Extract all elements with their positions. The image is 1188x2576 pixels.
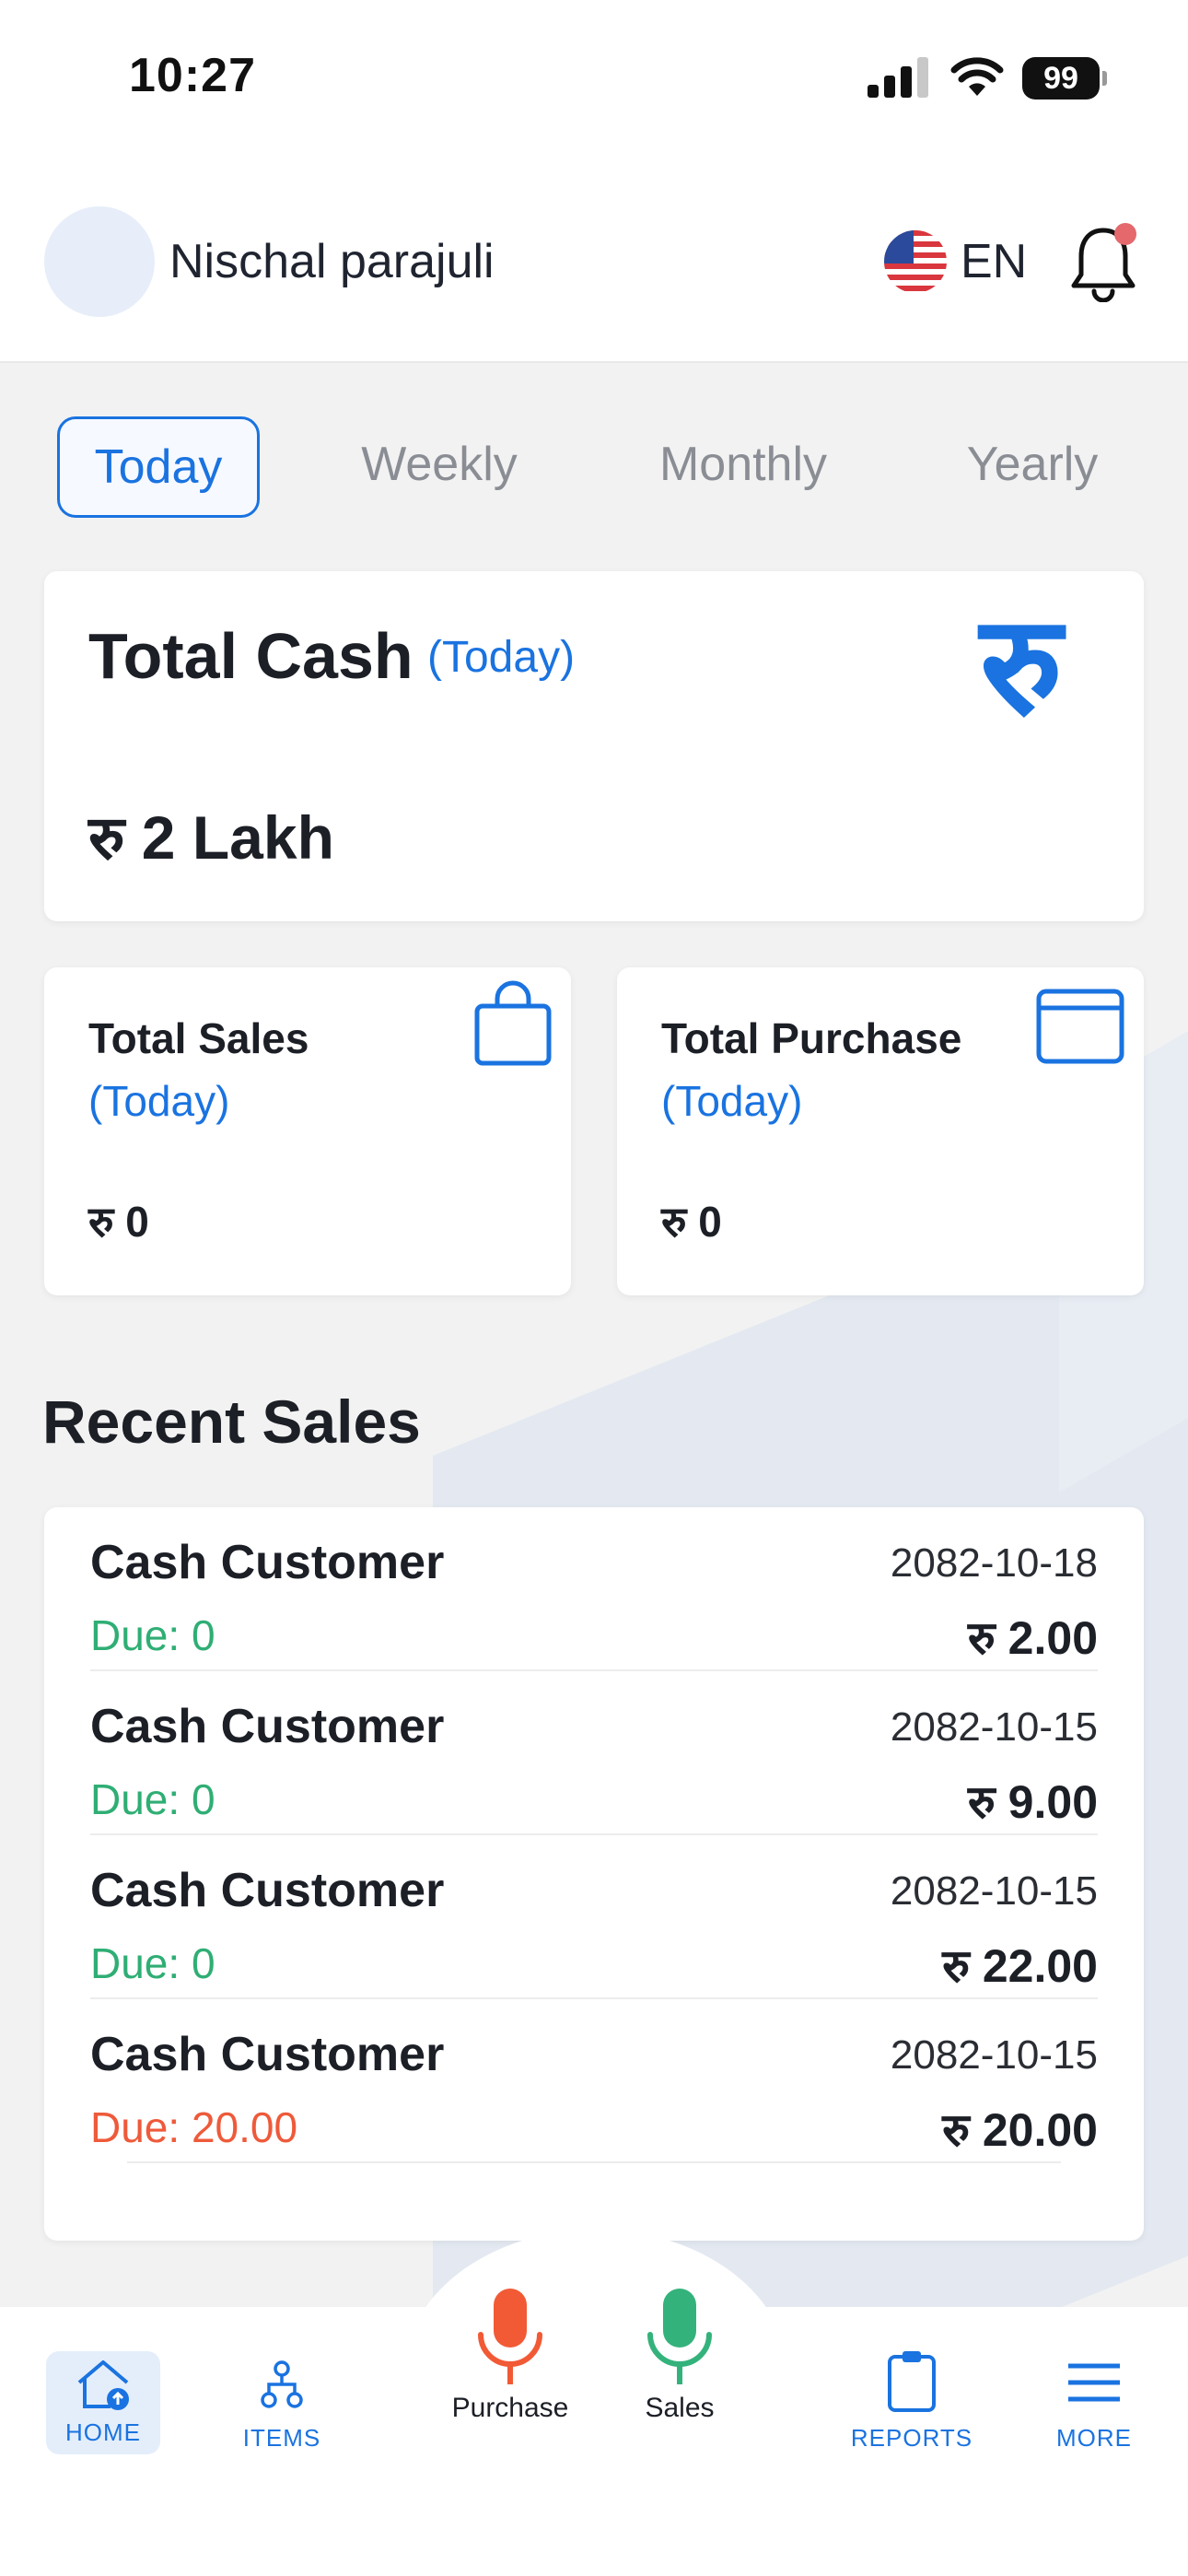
total-sales-title: Total Sales bbox=[88, 1014, 309, 1062]
sale-date: 2082-10-15 bbox=[890, 1868, 1098, 1914]
menu-icon bbox=[1068, 2363, 1120, 2402]
total-cash-value: रु 2 Lakh bbox=[88, 803, 334, 872]
sale-amount: रु 9.00 bbox=[967, 1776, 1098, 1828]
tab-today[interactable]: Today bbox=[57, 416, 260, 518]
nav-more[interactable]: MORE bbox=[1039, 2360, 1149, 2453]
bell-icon[interactable] bbox=[1068, 221, 1138, 302]
list-item[interactable]: Cash Customer 2082-10-15 Due: 0 रु 9.00 bbox=[44, 1671, 1144, 1835]
nav-home-label: HOME bbox=[65, 2418, 141, 2446]
nav-items-label: ITEMS bbox=[242, 2424, 321, 2452]
sale-date: 2082-10-15 bbox=[890, 2032, 1098, 2078]
due-amount: Due: 0 bbox=[90, 1775, 215, 1823]
due-amount: Due: 0 bbox=[90, 1939, 215, 1987]
hierarchy-icon bbox=[261, 2360, 303, 2408]
total-sales-period: (Today) bbox=[88, 1077, 230, 1125]
purchase-voice-button[interactable]: Purchase bbox=[437, 2287, 584, 2424]
customer-name: Cash Customer bbox=[90, 1864, 445, 1917]
sale-date: 2082-10-18 bbox=[890, 1540, 1098, 1586]
battery-indicator: 99 bbox=[1022, 57, 1107, 100]
battery-level: 99 bbox=[1022, 57, 1100, 100]
recent-sales-title: Recent Sales bbox=[42, 1388, 421, 1456]
total-purchase-period: (Today) bbox=[661, 1077, 803, 1125]
app-screen: 10:27 99 Nischal parajuli EN Today Weekl… bbox=[0, 0, 1188, 2576]
nav-items[interactable]: ITEMS bbox=[227, 2360, 337, 2453]
bottom-navigation bbox=[0, 2307, 1188, 2576]
rupee-icon: रु bbox=[980, 586, 1063, 746]
language-selector[interactable]: EN bbox=[961, 234, 1027, 289]
list-item[interactable]: Cash Customer 2082-10-15 Due: 20.00 रु 2… bbox=[44, 1999, 1144, 2163]
total-cash-period: (Today) bbox=[427, 633, 576, 682]
tab-yearly[interactable]: Yearly bbox=[934, 416, 1131, 512]
clipboard-icon bbox=[888, 2351, 936, 2412]
cellular-signal-icon bbox=[868, 57, 928, 98]
nav-reports-label: REPORTS bbox=[850, 2424, 973, 2452]
nav-reports[interactable]: REPORTS bbox=[847, 2349, 976, 2453]
sale-amount: रु 2.00 bbox=[967, 1612, 1098, 1664]
avatar[interactable] bbox=[44, 206, 155, 317]
total-purchase-title: Total Purchase bbox=[661, 1014, 962, 1062]
tab-monthly[interactable]: Monthly bbox=[645, 416, 842, 512]
microphone-icon bbox=[647, 2289, 712, 2384]
sales-voice-button[interactable]: Sales bbox=[606, 2287, 753, 2424]
sales-voice-label: Sales bbox=[645, 2393, 715, 2423]
purchase-voice-label: Purchase bbox=[451, 2393, 569, 2423]
app-header: Nischal parajuli EN bbox=[0, 166, 1188, 363]
shopping-bag-icon bbox=[474, 980, 552, 1066]
total-cash-title: Total Cash bbox=[88, 620, 413, 692]
list-item[interactable]: Cash Customer 2082-10-15 Due: 0 रु 22.00 bbox=[44, 1835, 1144, 1999]
due-amount: Due: 20.00 bbox=[90, 2103, 298, 2151]
wifi-icon bbox=[950, 57, 1004, 96]
microphone-icon bbox=[478, 2289, 542, 2384]
list-item[interactable]: Cash Customer 2082-10-18 Due: 0 रु 2.00 bbox=[44, 1507, 1144, 1671]
status-time: 10:27 bbox=[129, 49, 256, 102]
status-bar: 10:27 99 bbox=[0, 0, 1188, 166]
total-sales-value: रु 0 bbox=[88, 1198, 149, 1246]
customer-name: Cash Customer bbox=[90, 1700, 445, 1753]
us-flag-icon[interactable] bbox=[884, 230, 947, 293]
due-amount: Due: 0 bbox=[90, 1611, 215, 1659]
period-tabs: Today Weekly Monthly Yearly bbox=[0, 416, 1188, 518]
user-name[interactable]: Nischal parajuli bbox=[169, 234, 495, 289]
customer-name: Cash Customer bbox=[90, 2028, 445, 2081]
nav-home[interactable]: HOME bbox=[46, 2351, 160, 2447]
total-cash-card[interactable]: Total Cash (Today) रु 2 Lakh bbox=[44, 571, 1144, 921]
sale-amount: रु 22.00 bbox=[942, 1940, 1098, 1992]
total-purchase-value: रु 0 bbox=[661, 1198, 722, 1246]
customer-name: Cash Customer bbox=[90, 1536, 445, 1589]
sale-amount: रु 20.00 bbox=[942, 2104, 1098, 2156]
nav-more-label: MORE bbox=[1056, 2424, 1132, 2452]
total-purchase-card[interactable]: Total Purchase (Today) रु 0 bbox=[617, 967, 1144, 1295]
wallet-icon bbox=[1036, 989, 1124, 1064]
sale-date: 2082-10-15 bbox=[890, 1704, 1098, 1750]
home-icon bbox=[77, 2360, 129, 2410]
total-sales-card[interactable]: Total Sales (Today) रु 0 bbox=[44, 967, 571, 1295]
tab-weekly[interactable]: Weekly bbox=[341, 416, 538, 512]
